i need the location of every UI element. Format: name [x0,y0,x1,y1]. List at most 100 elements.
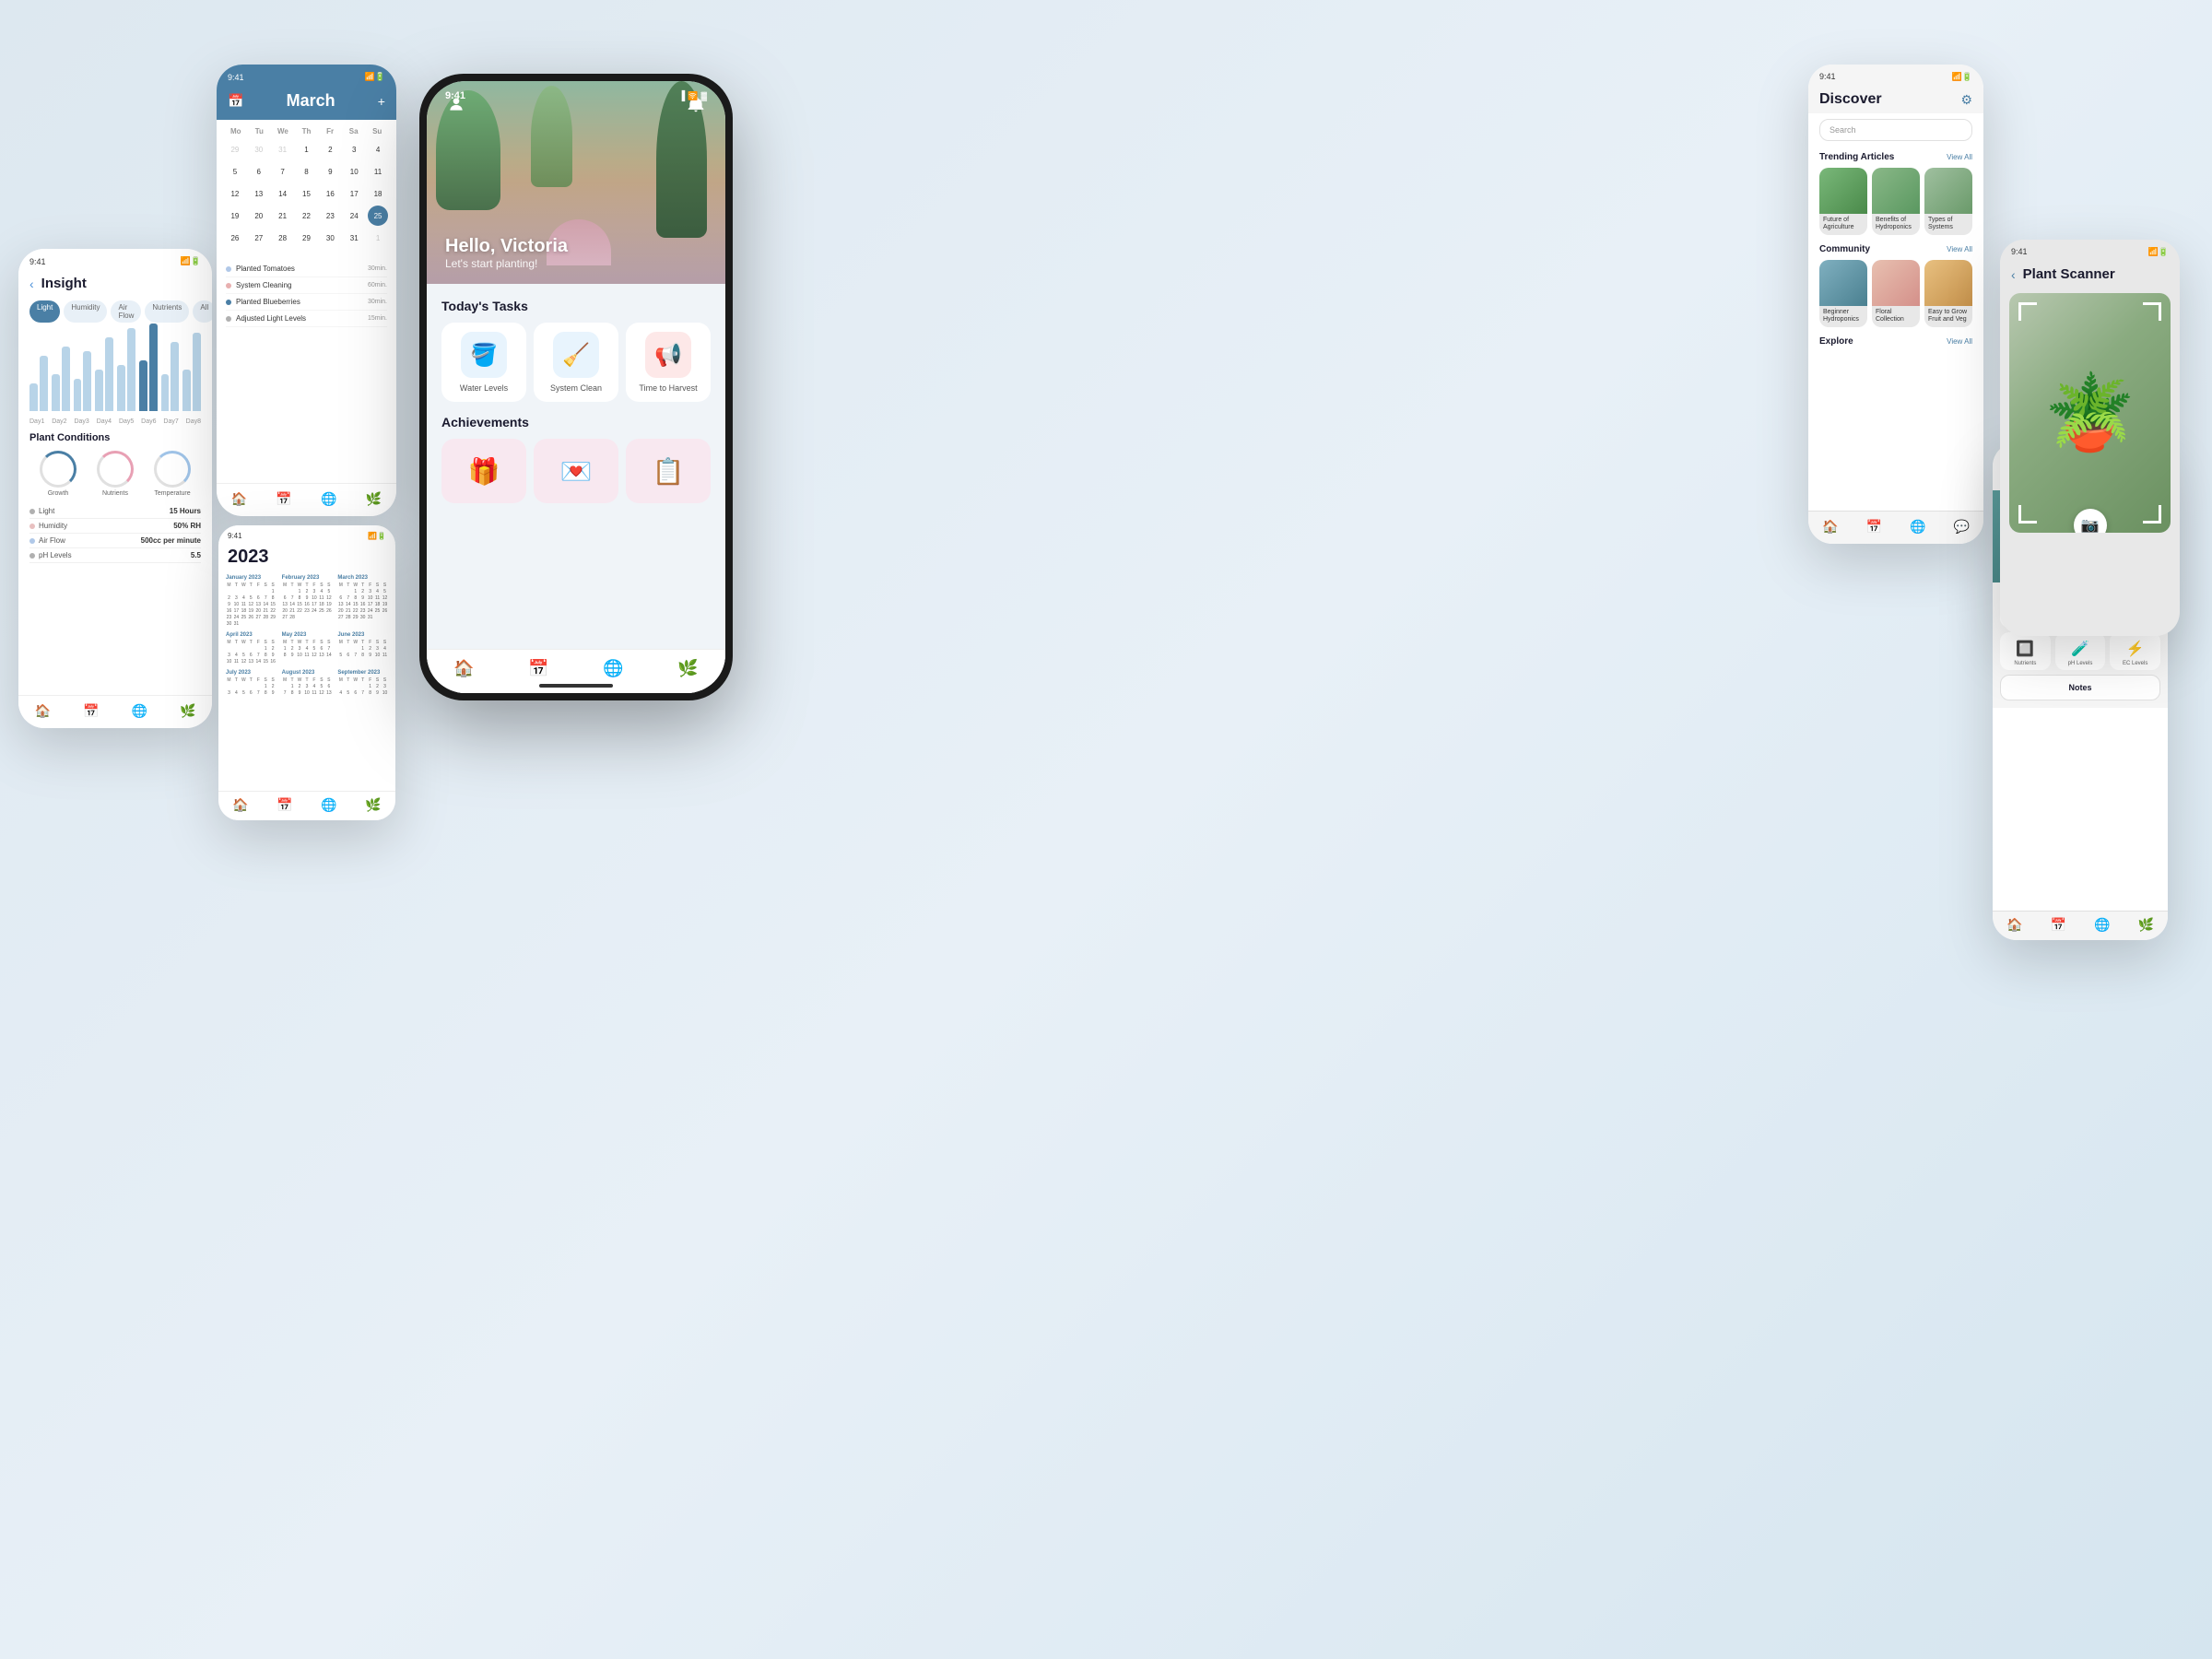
tab-light[interactable]: Light [29,300,60,323]
cal-day-5[interactable]: 5 [225,161,245,182]
achievement-heart[interactable]: 💌 [534,439,618,503]
cal-day-1[interactable]: 1 [296,139,316,159]
cal-day-3[interactable]: 3 [344,139,364,159]
plants-nav-home[interactable]: 🏠 [2006,917,2022,933]
tab-airflow[interactable]: Air Flow [111,300,141,323]
main-nav-leaf[interactable]: 🌿 [677,659,698,678]
achievement-list[interactable]: 📋 [626,439,711,503]
disc-card-floral[interactable]: Floral Collection [1872,260,1920,327]
nav-calendar-icon[interactable]: 📅 [83,703,99,719]
disc-card-agriculture[interactable]: Future of Agriculture [1819,168,1867,235]
main-nav-home[interactable]: 🏠 [453,659,474,678]
cal-day-24[interactable]: 24 [344,206,364,226]
nav-globe-icon[interactable]: 🌐 [132,703,147,719]
tab-nutrients[interactable]: Nutrients [145,300,189,323]
task-card-harvest[interactable]: 📢 Time to Harvest [626,323,711,402]
main-nav-calendar[interactable]: 📅 [528,659,548,678]
cal-day-prev-29[interactable]: 29 [225,139,245,159]
plants-nav-globe[interactable]: 🌐 [2094,917,2110,933]
cal-day-18[interactable]: 18 [368,183,388,204]
disc-card-systems[interactable]: Types of Systems [1924,168,1972,235]
nav-home-icon[interactable]: 🏠 [35,703,51,719]
chart-bar [161,374,170,411]
disc-explore-view-all[interactable]: View All [1947,337,1972,346]
cal-day-4[interactable]: 4 [368,139,388,159]
year-nav-leaf[interactable]: 🌿 [365,797,381,813]
cal-day-6[interactable]: 6 [249,161,269,182]
cal-day-23[interactable]: 23 [320,206,340,226]
insight-back-button[interactable]: ‹ [29,276,34,291]
year-nav-cal[interactable]: 📅 [276,797,292,813]
cal-day-2[interactable]: 2 [320,139,340,159]
control-ph[interactable]: 🧪 pH Levels [2055,632,2106,670]
cal-day-20[interactable]: 20 [249,206,269,226]
cal-day-17[interactable]: 17 [344,183,364,204]
control-nutrients[interactable]: 🔲 Nutrients [2000,632,2051,670]
cal-day-12[interactable]: 12 [225,183,245,204]
year-nav-globe[interactable]: 🌐 [321,797,336,813]
cal-nav-leaf[interactable]: 🌿 [366,491,382,507]
notes-button[interactable]: Notes [2000,675,2160,700]
plants-nav-cal[interactable]: 📅 [2051,917,2066,933]
cal-day-10[interactable]: 10 [344,161,364,182]
cal-day-15[interactable]: 15 [296,183,316,204]
disc-settings-icon[interactable]: ⚙ [1960,92,1972,108]
cal-day-28[interactable]: 28 [273,228,293,248]
cal-day-25-today[interactable]: 25 [368,206,388,226]
growth-gauge-circle [40,451,76,488]
cal-day-14[interactable]: 14 [273,183,293,204]
chart-bar [95,370,103,411]
disc-card-hydroponics[interactable]: Benefits of Hydroponics [1872,168,1920,235]
task-card-water[interactable]: 🪣 Water Levels [441,323,526,402]
cal-day-prev-30[interactable]: 30 [249,139,269,159]
achievement-gift[interactable]: 🎁 [441,439,526,503]
cal-day-13[interactable]: 13 [249,183,269,204]
cal-day-22[interactable]: 22 [296,206,316,226]
cal-day-11[interactable]: 11 [368,161,388,182]
cal-day-next-1[interactable]: 1 [368,228,388,248]
cal-nav-home[interactable]: 🏠 [231,491,247,507]
disc-nav-globe[interactable]: 🌐 [1910,519,1925,535]
disc-nav-chat[interactable]: 💬 [1954,519,1970,535]
condition-airflow: Air Flow 500cc per minute [29,534,201,548]
cal-day-29[interactable]: 29 [296,228,316,248]
cal-day-30[interactable]: 30 [320,228,340,248]
cal-day-27[interactable]: 27 [249,228,269,248]
disc-trending-view-all[interactable]: View All [1947,153,1972,161]
year-status-icons: 📶🔋 [368,532,386,540]
plants-nav-leaf[interactable]: 🌿 [2138,917,2154,933]
nav-leaf-icon[interactable]: 🌿 [180,703,195,719]
disc-card-beginner[interactable]: Beginner Hydroponics [1819,260,1867,327]
cal-day-26[interactable]: 26 [225,228,245,248]
year-nav-home[interactable]: 🏠 [232,797,248,813]
cal-day-8[interactable]: 8 [296,161,316,182]
cal-day-16[interactable]: 16 [320,183,340,204]
disc-nav-cal[interactable]: 📅 [1866,519,1882,535]
weekday-we: We [271,127,295,135]
disc-nav: 🏠 📅 🌐 💬 [1808,511,1983,544]
scanner-viewport: 🪴 📷 [2009,293,2171,533]
cal-day-9[interactable]: 9 [320,161,340,182]
cal-add-button[interactable]: + [378,94,385,109]
main-nav-globe[interactable]: 🌐 [603,659,623,678]
chart-label-5: Day5 [119,418,134,425]
cal-day-31[interactable]: 31 [344,228,364,248]
tab-humidity[interactable]: Humidity [64,300,107,323]
cal-day-19[interactable]: 19 [225,206,245,226]
cal-nav-cal[interactable]: 📅 [276,491,291,507]
disc-trending-cards: Future of Agriculture Benefits of Hydrop… [1819,168,1972,235]
cal-day-21[interactable]: 21 [273,206,293,226]
disc-search-bar[interactable]: Search [1819,119,1972,141]
control-ec[interactable]: ⚡ EC Levels [2110,632,2160,670]
scanner-back-button[interactable]: ‹ [2011,267,2016,282]
cal-day-prev-31[interactable]: 31 [273,139,293,159]
tab-all[interactable]: All [193,300,212,323]
cal-day-7[interactable]: 7 [273,161,293,182]
weekday-th: Th [295,127,319,135]
cal-nav-globe[interactable]: 🌐 [321,491,336,507]
year-status-bar: 9:41 📶🔋 [218,525,395,543]
disc-card-easygrowing[interactable]: Easy to Grow Fruit and Veg [1924,260,1972,327]
disc-community-view-all[interactable]: View All [1947,245,1972,253]
task-card-clean[interactable]: 🧹 System Clean [534,323,618,402]
disc-nav-home[interactable]: 🏠 [1822,519,1838,535]
